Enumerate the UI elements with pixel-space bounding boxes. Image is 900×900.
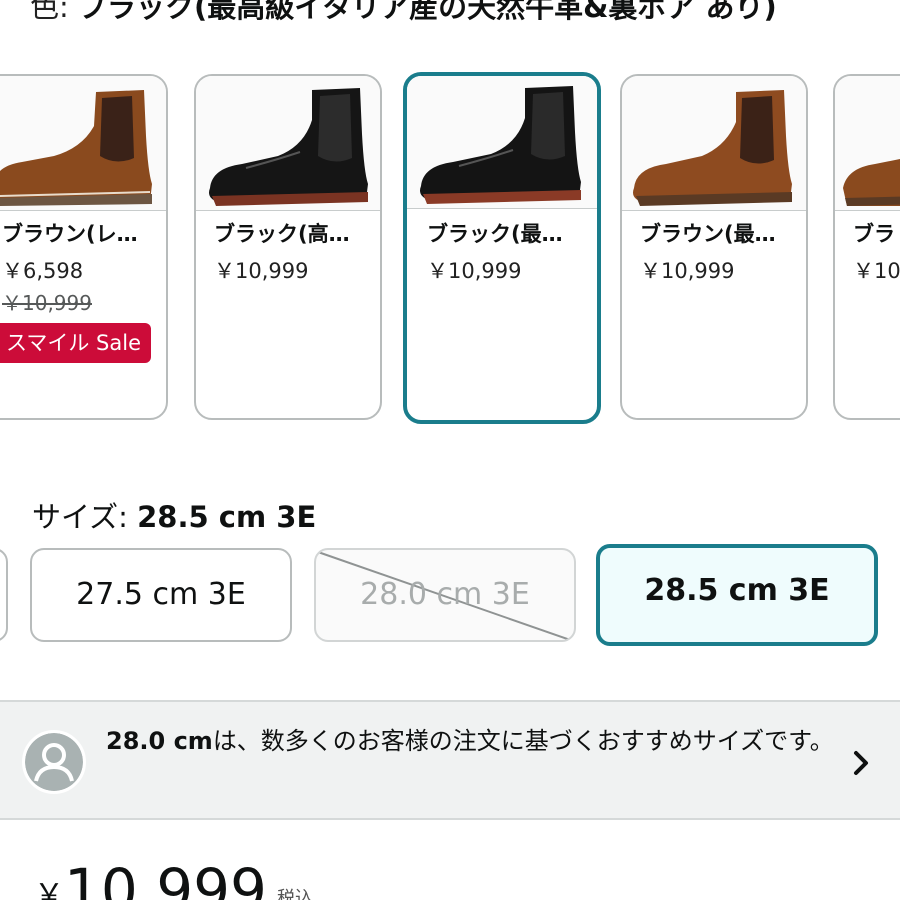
black-boot-icon xyxy=(209,88,368,206)
size-heading-label: サイズ: xyxy=(32,500,138,534)
color-swatch-brown-premium[interactable]: ブラウン(最… ￥10,999 xyxy=(620,74,808,420)
chevron-right-icon[interactable] xyxy=(848,746,874,780)
color-heading: 色: ブラック(最高級イタリア産の天然牛革&裏ボア あり) xyxy=(30,0,880,30)
price-currency: ￥ xyxy=(34,878,64,900)
color-swatch-black-premium-selected[interactable]: ブラック(最… ￥10,999 xyxy=(403,72,601,424)
recommended-size: 28.0 cm xyxy=(106,727,213,755)
brown-boot-icon xyxy=(633,90,792,206)
size-option-27-5[interactable]: 27.5 cm 3E xyxy=(30,548,292,642)
size-option-label: 27.5 cm 3E xyxy=(76,577,246,612)
swatch-price: ￥10,999 xyxy=(427,259,522,283)
swatch-name: ブラック(高… xyxy=(214,222,350,246)
price-amount: 10,999 xyxy=(64,856,267,900)
size-option-label: 28.0 cm 3E xyxy=(360,577,530,612)
brown-boot-icon xyxy=(0,90,152,206)
swatch-name: ブラ xyxy=(853,222,895,246)
color-swatch-brown-leather[interactable]: ブラウン(レ… ￥6,598 ￥10,999 スマイル Sale ✓prime xyxy=(0,74,168,420)
swatch-image xyxy=(835,76,900,211)
swatch-price: ￥10,999 xyxy=(214,259,309,283)
swatch-name: ブラウン(レ… xyxy=(2,222,138,246)
brown-boot-icon xyxy=(843,159,900,206)
color-heading-label: 色: xyxy=(30,0,78,24)
swatch-price: ￥6,598 xyxy=(2,259,84,283)
swatch-name: ブラウン(最… xyxy=(640,222,776,246)
size-heading-value: 28.5 cm 3E xyxy=(137,500,317,534)
swatch-image xyxy=(622,76,806,211)
size-option-28-0-unavailable[interactable]: 28.0 cm 3E xyxy=(314,548,576,642)
black-boot-icon xyxy=(420,86,581,204)
color-swatch-black-high[interactable]: ブラック(高… ￥10,999 xyxy=(194,74,382,420)
tax-note: 税込 xyxy=(276,888,313,900)
product-price: ￥10,999 税込 xyxy=(34,858,313,900)
size-option-previous[interactable] xyxy=(0,548,8,642)
size-option-28-5-selected[interactable]: 28.5 cm 3E xyxy=(596,544,878,646)
smile-sale-badge: スマイル Sale xyxy=(0,323,151,363)
size-recommendation-banner[interactable]: 28.0 cmは、数多くのお客様の注文に基づくおすすめサイズです。 xyxy=(0,700,900,820)
product-variation-page: 色: ブラック(最高級イタリア産の天然牛革&裏ボア あり) ブラウン(レ… ￥6… xyxy=(0,0,900,900)
swatch-price: ￥10,999 xyxy=(640,259,735,283)
swatch-image xyxy=(0,76,166,211)
swatch-price: ￥10 xyxy=(853,259,900,283)
size-option-label: 28.5 cm 3E xyxy=(644,573,830,608)
size-heading: サイズ: 28.5 cm 3E xyxy=(32,494,316,536)
swatch-was-price: ￥10,999 xyxy=(2,291,92,315)
user-avatar-icon xyxy=(22,730,86,794)
swatch-image xyxy=(407,76,597,209)
swatch-name: ブラック(最… xyxy=(427,222,563,246)
recommendation-text: 28.0 cmは、数多くのお客様の注文に基づくおすすめサイズです。 xyxy=(106,724,846,759)
swatch-image xyxy=(196,76,380,211)
color-heading-value: ブラック(最高級イタリア産の天然牛革&裏ボア あり) xyxy=(78,0,777,24)
color-swatch-brown-more[interactable]: ブラ ￥10 xyxy=(833,74,900,420)
recommendation-message: は、数多くのお客様の注文に基づくおすすめサイズです。 xyxy=(212,727,834,755)
